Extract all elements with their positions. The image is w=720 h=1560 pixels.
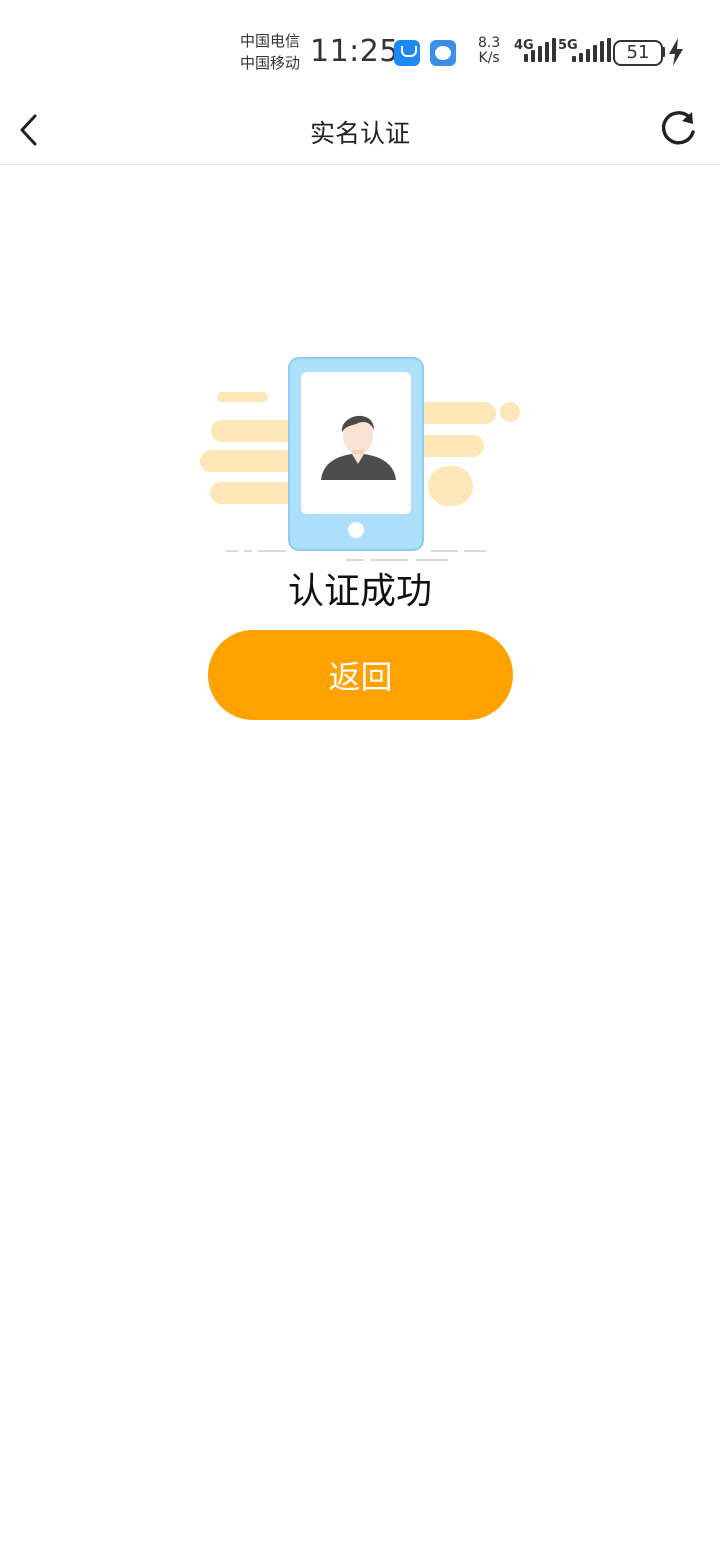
charging-icon <box>669 38 683 66</box>
browser-app-icon <box>430 40 456 66</box>
status-bar: 中国电信 中国移动 11:25 8.3 K/s 4G 5G 51 <box>0 0 720 100</box>
ground-lines <box>226 550 486 561</box>
net-speed: 8.3 K/s <box>478 35 501 66</box>
status-time: 11:25 <box>310 34 399 69</box>
carrier-2: 中国移动 <box>240 54 301 72</box>
carrier-info: 中国电信 中国移动 <box>240 30 300 74</box>
page-title: 实名认证 <box>309 119 410 148</box>
shopping-bag-icon <box>394 40 420 66</box>
nav-bar: 实名认证 <box>0 100 720 165</box>
id-verification-illustration <box>200 357 520 561</box>
battery-tip <box>662 47 665 57</box>
verification-result-text: 认证成功 <box>287 571 432 612</box>
signal-5g-icon: 5G <box>558 38 611 66</box>
refresh-icon[interactable] <box>656 108 700 152</box>
return-button[interactable]: 返回 <box>208 630 513 720</box>
battery-indicator: 51 <box>613 40 663 66</box>
carrier-1: 中国电信 <box>240 32 301 50</box>
signal-4g-icon: 4G <box>514 38 556 66</box>
